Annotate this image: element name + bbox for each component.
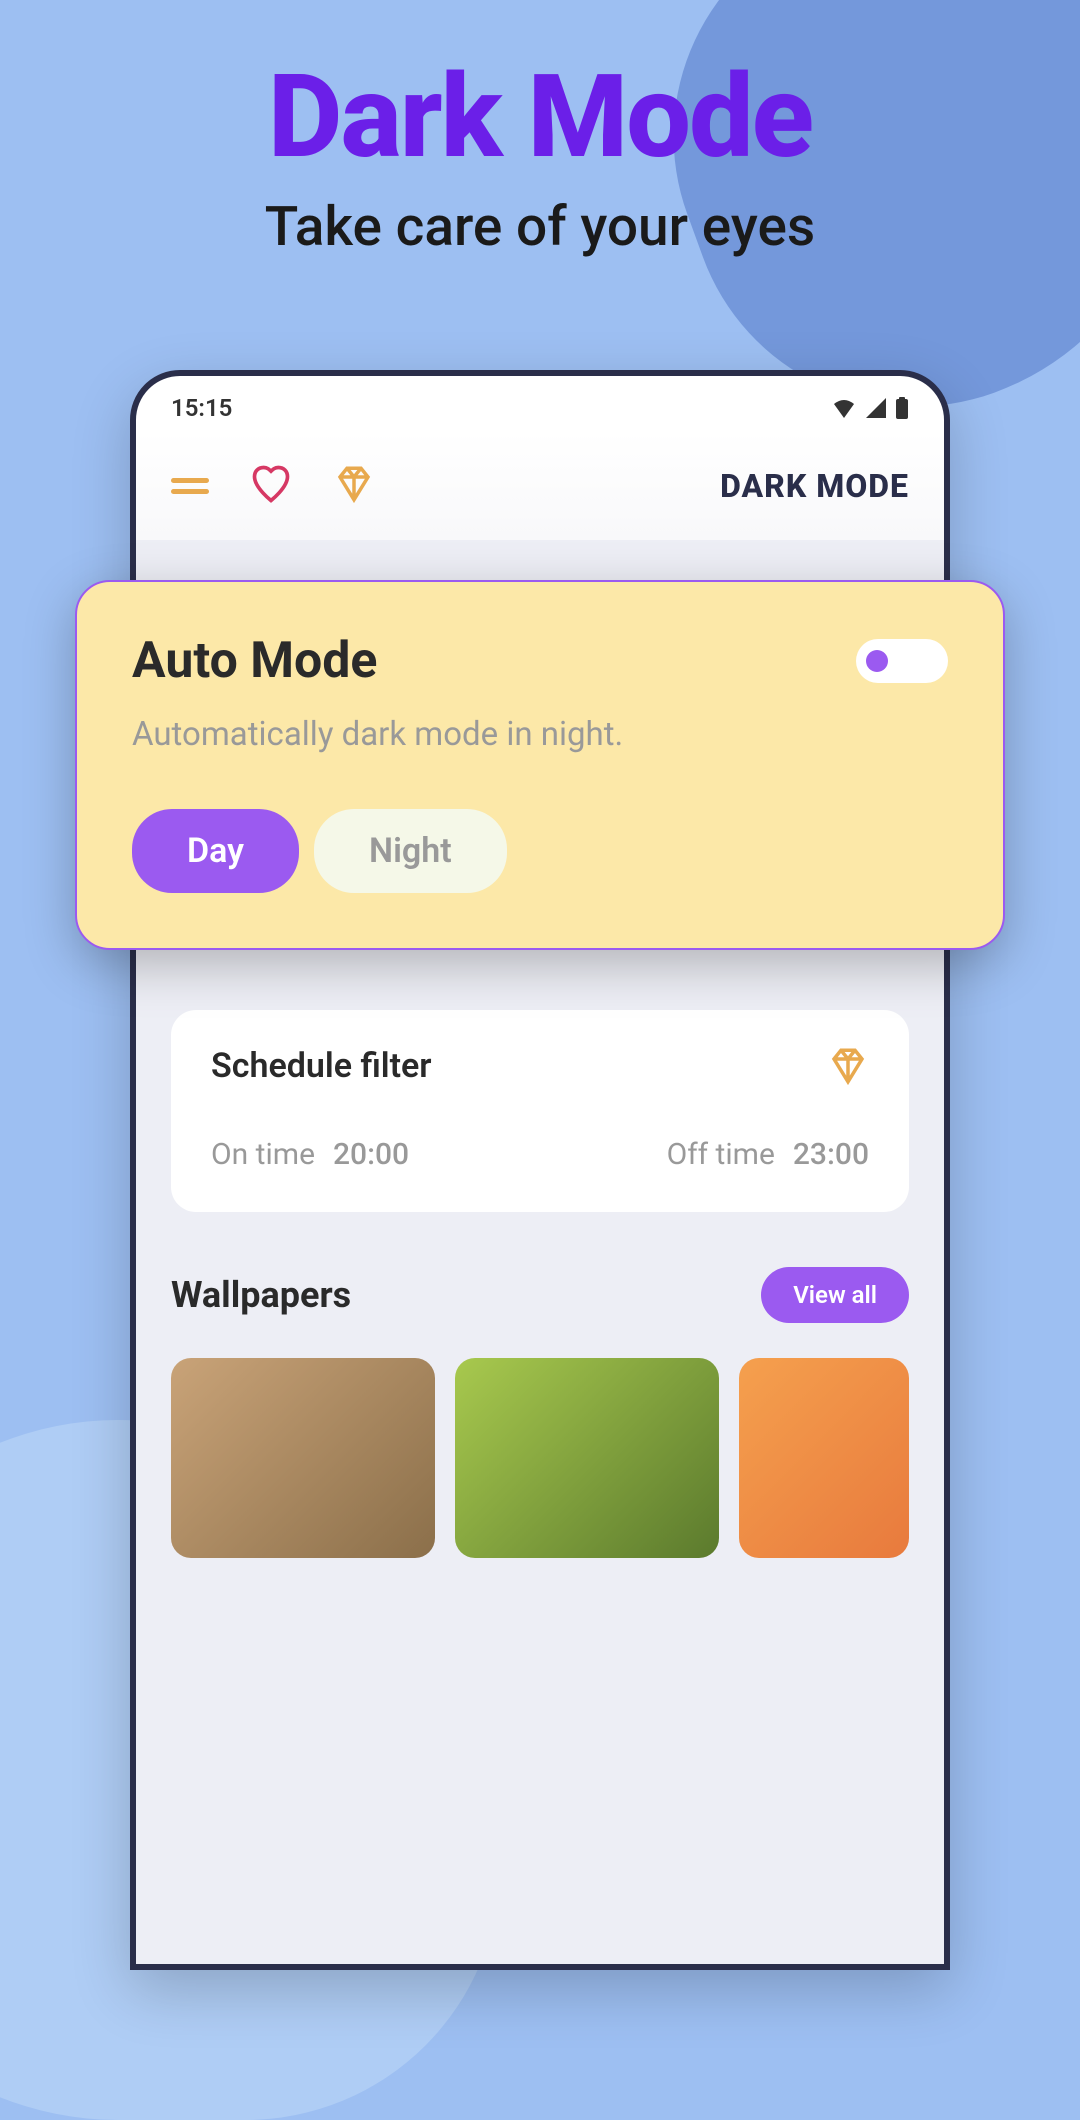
schedule-title: Schedule filter [211, 1046, 432, 1086]
wallpaper-thumb[interactable] [739, 1358, 909, 1558]
hero-title: Dark Mode [0, 0, 1080, 185]
auto-mode-toggle[interactable] [856, 639, 948, 683]
off-time-label: Off time [667, 1137, 775, 1172]
on-time-group[interactable]: On time 20:00 [211, 1137, 409, 1172]
wallpaper-thumb[interactable] [171, 1358, 435, 1558]
schedule-filter-card[interactable]: Schedule filter On time 20:00 Off time 2… [171, 1010, 909, 1212]
battery-icon [895, 397, 909, 419]
app-top-bar: DARK MODE [136, 432, 944, 540]
wallpaper-thumb[interactable] [455, 1358, 719, 1558]
on-time-label: On time [211, 1137, 315, 1172]
auto-mode-card: Auto Mode Automatically dark mode in nig… [75, 580, 1005, 950]
off-time-value: 23:00 [793, 1137, 869, 1172]
night-button[interactable]: Night [314, 809, 507, 893]
favorites-button[interactable] [249, 462, 293, 510]
day-button[interactable]: Day [132, 809, 299, 893]
hero-subtitle: Take care of your eyes [0, 195, 1080, 259]
premium-button[interactable] [333, 463, 375, 509]
status-bar: 15:15 [136, 376, 944, 432]
off-time-group[interactable]: Off time 23:00 [667, 1137, 869, 1172]
auto-mode-title: Auto Mode [132, 632, 377, 690]
auto-mode-description: Automatically dark mode in night. [132, 715, 948, 754]
wallpapers-section: Wallpapers View all [171, 1267, 909, 1558]
diamond-icon [827, 1045, 869, 1087]
wallpaper-grid [171, 1358, 909, 1558]
wifi-icon [831, 398, 857, 418]
status-icons [831, 397, 909, 419]
on-time-value: 20:00 [333, 1137, 409, 1172]
page-title: DARK MODE [720, 467, 909, 505]
menu-button[interactable] [171, 478, 209, 494]
signal-icon [865, 398, 887, 418]
status-time: 15:15 [171, 394, 232, 422]
mode-buttons: Day Night [132, 809, 948, 893]
view-all-button[interactable]: View all [761, 1267, 909, 1323]
wallpapers-title: Wallpapers [171, 1274, 351, 1316]
